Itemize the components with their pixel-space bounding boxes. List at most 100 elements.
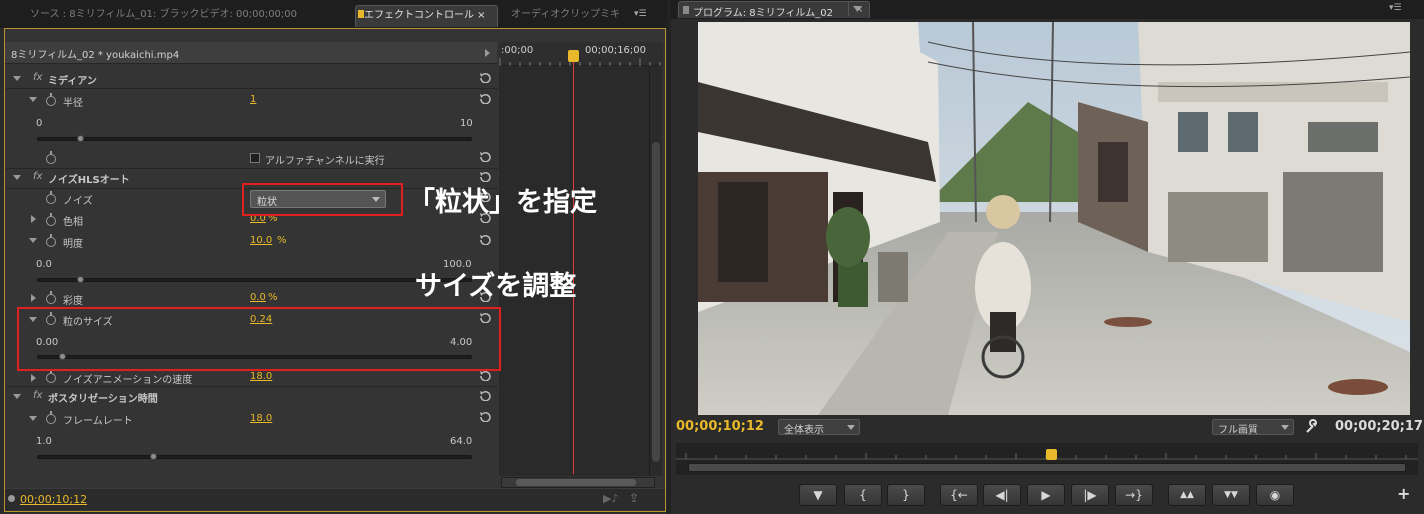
stopwatch-icon[interactable] [46, 291, 56, 304]
saturation-label: 彩度 [63, 296, 83, 307]
playhead-marker[interactable] [568, 50, 579, 62]
radius-value[interactable]: 1 [250, 94, 256, 105]
lightness-label: 明度 [63, 239, 83, 250]
horizontal-scrollbar[interactable] [501, 477, 655, 488]
program-current-time[interactable]: 00;00;10;12 [676, 419, 764, 434]
panel-menu-icon[interactable]: ▾☰ [634, 9, 647, 19]
expand-saturation-icon[interactable] [31, 294, 36, 302]
mark-out-button[interactable]: } [887, 484, 925, 506]
collapse-posterize-icon[interactable] [13, 394, 21, 399]
frame-rate-slider[interactable] [37, 455, 472, 459]
radius-slider-knob[interactable] [76, 135, 84, 142]
stopwatch-icon[interactable] [46, 411, 56, 424]
reset-icon[interactable] [479, 234, 492, 245]
lift-button[interactable]: ▲▲ [1168, 484, 1206, 506]
clip-expand-icon[interactable] [485, 49, 490, 57]
annotation-box-grain-type [242, 183, 403, 216]
noise-label: ノイズ [63, 196, 93, 207]
mark-in-button[interactable]: { [844, 484, 882, 506]
tab-program[interactable]: プログラム: 8ミリフィルム_02 × [678, 1, 870, 19]
export-icon[interactable]: ⇪ [629, 491, 639, 505]
alpha-checkbox[interactable] [250, 153, 260, 163]
reset-icon[interactable] [479, 370, 492, 381]
stopwatch-icon[interactable] [46, 191, 56, 204]
collapse-frame-rate-icon[interactable] [29, 416, 37, 421]
ec-current-time[interactable]: 00;00;10;12 [20, 493, 87, 506]
playhead-dot-icon [8, 495, 15, 502]
collapse-radius-icon[interactable] [29, 97, 37, 102]
collapse-noise-hls-icon[interactable] [13, 175, 21, 180]
saturation-value[interactable]: 0.0 [250, 292, 266, 303]
reset-icon[interactable] [479, 72, 492, 83]
alpha-label: アルファチャンネルに実行 [265, 156, 385, 167]
quality-value: フル画質 [1218, 425, 1258, 436]
radius-slider[interactable] [37, 137, 472, 141]
lightness-slider-knob[interactable] [76, 276, 84, 283]
button-editor-add-button[interactable]: + [1397, 484, 1410, 503]
tab-effect-controls[interactable]: エフェクトコントロール × [355, 5, 498, 27]
collapse-median-icon[interactable] [13, 76, 21, 81]
collapse-lightness-icon[interactable] [29, 238, 37, 243]
step-forward-button[interactable]: |▶ [1071, 484, 1109, 506]
noise-hls-title: ノイズHLSオート [48, 175, 130, 186]
fx-badge[interactable]: fx [33, 171, 42, 182]
lightness-unit: % [277, 235, 287, 246]
zoom-scroll-bar[interactable] [688, 463, 1406, 472]
expand-hue-icon[interactable] [31, 215, 36, 223]
program-scrub-bar[interactable] [676, 443, 1418, 475]
playback-quality-select[interactable]: フル画質 [1212, 419, 1294, 436]
audio-only-icon[interactable]: ▶♪ [603, 492, 618, 505]
fx-badge[interactable]: fx [33, 390, 42, 401]
sequence-dropdown[interactable] [848, 2, 864, 16]
stopwatch-icon[interactable] [46, 151, 56, 164]
ruler-end: 00;00;16;00 [585, 45, 647, 56]
scrollbar-thumb[interactable] [652, 142, 660, 462]
tab-source[interactable]: ソース : 8ミリフィルム_01: ブラックビデオ: 00;00;00;00 [22, 5, 297, 27]
anim-speed-value[interactable]: 18.0 [250, 371, 272, 382]
zoom-level-select[interactable]: 全体表示 [778, 419, 860, 436]
program-video-frame [698, 22, 1410, 415]
frame-rate-value[interactable]: 18.0 [250, 413, 272, 424]
program-tab-bar: プログラム: 8ミリフィルム_02 × ▾☰ [671, 0, 1424, 19]
stopwatch-icon[interactable] [46, 93, 56, 106]
time-ruler[interactable]: :00;00 00;00;16;00 [499, 42, 663, 66]
ruler-start: :00;00 [501, 45, 534, 56]
stopwatch-icon[interactable] [46, 213, 56, 226]
program-controls-row: 00;00;10;12 全体表示 フル画質 00;00;20;17 [671, 416, 1424, 438]
hscroll-thumb[interactable] [516, 479, 636, 486]
ruler-ticks [499, 58, 661, 66]
frame-rate-label: フレームレート [63, 416, 133, 427]
wrench-icon[interactable] [1304, 419, 1320, 435]
lightness-slider[interactable] [37, 278, 472, 282]
extract-button[interactable]: ▼▼ [1212, 484, 1250, 506]
anim-speed-label: ノイズアニメーションの速度 [63, 375, 193, 386]
reset-icon[interactable] [479, 151, 492, 162]
stopwatch-icon[interactable] [46, 370, 56, 383]
chevron-down-icon [1281, 425, 1289, 430]
effect-controls-footer: 00;00;10;12 ▶♪ ⇪ [5, 477, 665, 510]
export-frame-button[interactable]: ◉ [1256, 484, 1294, 506]
expand-anim-speed-icon[interactable] [31, 374, 36, 382]
vertical-scrollbar[interactable] [649, 66, 662, 476]
median-title: ミディアン [48, 76, 97, 87]
add-marker-button[interactable]: ▼ [799, 484, 837, 506]
annotation-grain-type: 「粒状」を指定 [408, 187, 597, 218]
step-back-button[interactable]: ◀| [983, 484, 1021, 506]
reset-icon[interactable] [479, 93, 492, 104]
reset-icon[interactable] [479, 411, 492, 422]
program-playhead[interactable] [1046, 449, 1057, 460]
clip-name: 8ミリフィルム_02 * youkaichi.mp4 [11, 50, 180, 61]
panel-menu-icon[interactable]: ▾☰ [1389, 3, 1402, 13]
fx-badge[interactable]: fx [33, 72, 42, 83]
video-street-image [698, 22, 1410, 415]
go-to-in-button[interactable]: {← [940, 484, 978, 506]
radius-min: 0 [36, 118, 43, 129]
zoom-level-value: 全体表示 [784, 425, 824, 436]
play-button[interactable]: ▶ [1027, 484, 1065, 506]
stopwatch-icon[interactable] [46, 234, 56, 247]
go-to-out-button[interactable]: →} [1115, 484, 1153, 506]
reset-icon[interactable] [479, 390, 492, 401]
tab-audio-clip-mixer[interactable]: オーディオクリップミキ [503, 5, 631, 27]
lightness-value[interactable]: 10.0 [250, 235, 272, 246]
clip-header: 8ミリフィルム_02 * youkaichi.mp4 [5, 42, 497, 64]
